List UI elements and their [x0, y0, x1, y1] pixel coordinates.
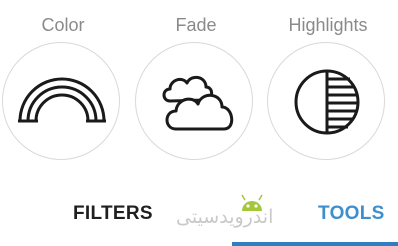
tool-color-label: Color: [41, 15, 85, 35]
tool-fade-button[interactable]: [135, 42, 253, 160]
tab-tools[interactable]: TOOLS: [318, 203, 385, 225]
tool-highlights-label: Highlights: [288, 15, 368, 35]
tab-filters[interactable]: FILTERS: [73, 203, 153, 225]
android-logo-icon: [241, 194, 263, 211]
tool-highlights-button[interactable]: [267, 42, 385, 160]
tool-fade[interactable]: Fade: [135, 0, 257, 170]
cloud-icon: [162, 75, 234, 131]
rainbow-icon: [18, 77, 106, 123]
tool-fade-label: Fade: [175, 15, 217, 35]
tool-color-button[interactable]: [2, 42, 120, 160]
tool-color[interactable]: Color: [2, 0, 124, 170]
highlights-icon: [294, 69, 360, 135]
active-tab-indicator: [232, 242, 398, 246]
tool-highlights[interactable]: Highlights: [267, 0, 389, 170]
